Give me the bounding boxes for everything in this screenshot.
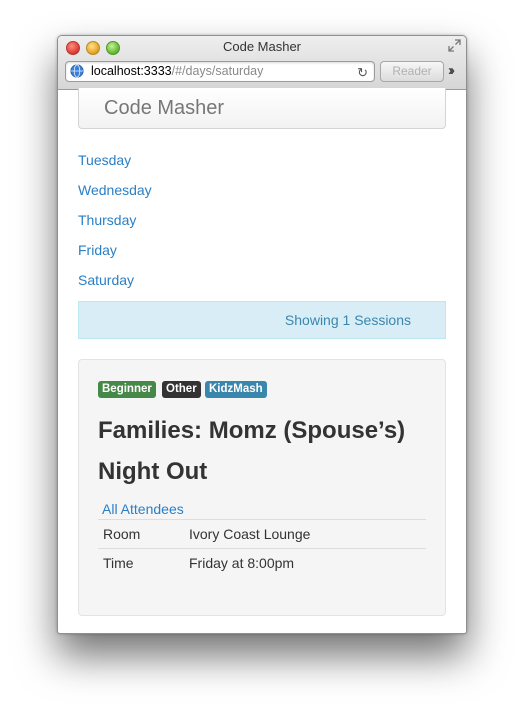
day-link-saturday[interactable]: Saturday (78, 272, 134, 288)
time-label: Time (98, 548, 184, 577)
track-badge: KidzMash (205, 381, 267, 398)
reload-icon[interactable]: ↻ (357, 63, 368, 82)
session-title: Families: Momz (Spouse’s) Night Out (98, 417, 406, 485)
reader-button[interactable]: Reader (380, 61, 444, 82)
table-row: Room Ivory Coast Lounge (98, 519, 426, 549)
category-badge: Other (162, 381, 201, 398)
session-card: Beginner Other KidzMash Families: Momz (… (78, 359, 446, 616)
day-link-wednesday[interactable]: Wednesday (78, 182, 152, 198)
page-content: Code Masher Tuesday Wednesday Thursday F… (58, 88, 466, 633)
window-title: Code Masher (222, 39, 302, 54)
globe-icon (70, 64, 84, 78)
day-link-friday[interactable]: Friday (78, 242, 117, 258)
level-badge: Beginner (98, 381, 156, 398)
time-value: Friday at 8:00pm (184, 548, 426, 577)
address-bar[interactable]: localhost:3333/#/days/saturday ↻ (65, 61, 375, 82)
day-link-tuesday[interactable]: Tuesday (78, 152, 131, 168)
table-row: Time Friday at 8:00pm (98, 548, 426, 577)
all-attendees-link[interactable]: All Attendees (102, 501, 184, 517)
room-label: Room (98, 519, 184, 549)
browser-window: Code Masher localhost:3333/#/days/saturd… (57, 35, 467, 634)
session-details-table: Room Ivory Coast Lounge Time Friday at 8… (98, 519, 426, 577)
navbar: Code Masher (78, 88, 446, 129)
room-value: Ivory Coast Lounge (184, 519, 426, 549)
sessions-count-alert: Showing 1 Sessions (78, 301, 446, 339)
day-link-thursday[interactable]: Thursday (78, 212, 136, 228)
brand-link[interactable]: Code Masher (104, 97, 224, 120)
toolbar-overflow-icon[interactable]: ›› (448, 62, 455, 79)
browser-chrome: Code Masher localhost:3333/#/days/saturd… (58, 36, 466, 90)
url-path: /#/days/saturday (171, 64, 264, 78)
fullscreen-icon[interactable] (448, 39, 461, 52)
sessions-count-text: Showing 1 Sessions (284, 312, 411, 328)
url-host: localhost:3333 (91, 64, 172, 78)
